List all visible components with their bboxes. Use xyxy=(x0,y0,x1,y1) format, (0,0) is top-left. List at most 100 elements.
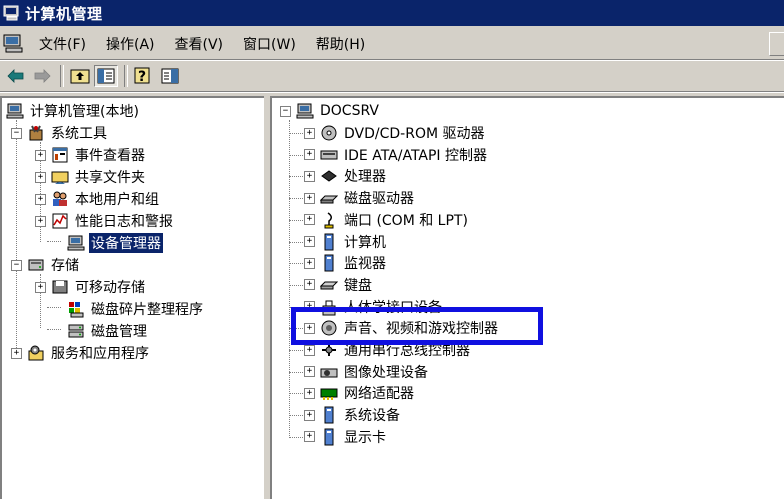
show-hide-console-tree-button[interactable] xyxy=(94,65,118,87)
tree-item-services-applications[interactable]: + 服务和应用程序 xyxy=(11,342,151,364)
tree-label: 处理器 xyxy=(344,169,386,186)
ide-controller-icon xyxy=(320,150,338,160)
properties-icon xyxy=(161,68,179,84)
properties-button[interactable] xyxy=(158,65,182,87)
expand-toggle[interactable]: + xyxy=(304,170,315,182)
menu-action[interactable]: 操作(A) xyxy=(99,32,162,56)
back-arrow-icon xyxy=(7,69,24,83)
expand-toggle[interactable]: + xyxy=(304,387,315,399)
collapse-toggle[interactable]: − xyxy=(11,259,22,271)
title-bar: 计算机管理 xyxy=(0,0,784,26)
tree-label: DOCSRV xyxy=(320,103,380,119)
tree-item-disk-management[interactable]: 磁盘管理 xyxy=(51,320,149,342)
expand-toggle[interactable]: + xyxy=(304,431,315,443)
collapse-toggle[interactable]: − xyxy=(280,105,291,117)
tree-label: 共享文件夹 xyxy=(75,170,145,186)
system-device-icon xyxy=(324,406,334,424)
device-manager-icon xyxy=(67,235,85,251)
device-category-keyboards[interactable]: + 键盘 xyxy=(304,274,374,296)
tree-label: 服务和应用程序 xyxy=(51,346,149,362)
expand-toggle[interactable]: + xyxy=(304,279,315,291)
expand-toggle[interactable]: + xyxy=(304,149,315,161)
performance-icon xyxy=(52,213,68,229)
device-category-ports[interactable]: + 端口 (COM 和 LPT) xyxy=(304,209,470,231)
back-button[interactable] xyxy=(4,65,28,87)
menu-file[interactable]: 文件(F) xyxy=(32,32,93,56)
tree-item-removable-storage[interactable]: + 可移动存储 xyxy=(35,276,147,298)
device-category-disk-drives[interactable]: + 磁盘驱动器 xyxy=(304,187,416,209)
computer-icon xyxy=(6,103,24,119)
expand-toggle[interactable]: + xyxy=(35,281,46,293)
tree-label: 计算机 xyxy=(344,234,386,251)
tree-item-system-tools[interactable]: − 系统工具 xyxy=(11,122,109,144)
expand-toggle[interactable]: + xyxy=(304,127,315,139)
device-tree-pane[interactable]: − DOCSRV + DVD/CD-ROM 驱动器 + IDE ATA/ATAPI 控… xyxy=(270,96,784,499)
tree-item-local-users[interactable]: + 本地用户和组 xyxy=(35,188,161,210)
expand-toggle[interactable]: + xyxy=(304,344,315,356)
computer-icon xyxy=(324,233,334,250)
tree-label: 端口 (COM 和 LPT) xyxy=(344,212,468,229)
device-category-computer[interactable]: + 计算机 xyxy=(304,231,388,253)
tree-item-storage[interactable]: − 存储 xyxy=(11,254,81,276)
expand-toggle[interactable]: + xyxy=(35,149,46,161)
tree-label-selected: 设备管理器 xyxy=(89,233,163,253)
expand-toggle[interactable]: + xyxy=(35,215,46,227)
imaging-device-icon xyxy=(320,368,338,378)
device-category-display-adapters[interactable]: + 显示卡 xyxy=(304,426,388,448)
show-hide-tree-icon xyxy=(97,68,115,84)
processor-icon xyxy=(321,170,337,183)
expand-toggle[interactable]: + xyxy=(304,192,315,204)
device-category-network-adapters[interactable]: + 网络适配器 xyxy=(304,382,416,404)
tree-label: 系统设备 xyxy=(344,408,400,425)
tree-label: 磁盘驱动器 xyxy=(344,191,414,208)
collapse-toggle[interactable]: − xyxy=(11,127,22,139)
removable-storage-icon xyxy=(52,280,68,294)
disk-management-icon xyxy=(68,324,84,338)
device-category-imaging-devices[interactable]: + 图像处理设备 xyxy=(304,361,430,383)
child-window-restore-button[interactable] xyxy=(769,32,784,56)
expand-toggle[interactable]: + xyxy=(304,366,315,378)
expand-toggle[interactable]: + xyxy=(11,347,22,359)
tree-item-computer-management[interactable]: 计算机管理(本地) xyxy=(6,100,141,122)
menu-window[interactable]: 窗口(W) xyxy=(236,32,303,56)
console-tree-pane[interactable]: 计算机管理(本地) − 系统工具 + 事件查看器 + 共享文件夹 + 本地用户和… xyxy=(0,96,264,499)
tree-label: 显示卡 xyxy=(344,429,386,446)
tree-item-event-viewer[interactable]: + 事件查看器 xyxy=(35,144,147,166)
expand-toggle[interactable]: + xyxy=(304,214,315,226)
device-tree-root[interactable]: − DOCSRV xyxy=(280,100,381,122)
network-adapter-icon xyxy=(320,388,338,401)
storage-icon xyxy=(28,259,44,271)
expand-toggle[interactable]: + xyxy=(35,171,46,183)
device-category-system-devices[interactable]: + 系统设备 xyxy=(304,404,402,426)
device-category-processors[interactable]: + 处理器 xyxy=(304,165,388,187)
system-tools-icon xyxy=(29,125,43,141)
menu-view[interactable]: 查看(V) xyxy=(168,32,231,56)
expand-toggle[interactable]: + xyxy=(304,257,315,269)
up-one-level-button[interactable] xyxy=(68,65,92,87)
tree-label: 系统工具 xyxy=(51,126,107,142)
svg-text:?: ? xyxy=(138,69,146,85)
toolbar-separator-line xyxy=(0,91,784,93)
device-category-monitors[interactable]: + 监视器 xyxy=(304,252,388,274)
help-button[interactable]: ? xyxy=(132,65,156,87)
computer-icon xyxy=(296,103,314,119)
window-system-menu-icon[interactable] xyxy=(2,33,26,55)
menu-bar: 文件(F) 操作(A) 查看(V) 窗口(W) 帮助(H) xyxy=(0,30,784,58)
tree-item-device-manager[interactable]: 设备管理器 xyxy=(51,232,163,254)
expand-toggle[interactable]: + xyxy=(304,236,315,247)
event-viewer-icon xyxy=(52,147,68,163)
services-icon xyxy=(28,345,44,361)
expand-toggle[interactable]: + xyxy=(304,409,315,421)
device-category-dvd-cdrom-drives[interactable]: + DVD/CD-ROM 驱动器 xyxy=(304,122,487,144)
forward-button[interactable] xyxy=(30,65,54,87)
device-category-ide-controllers[interactable]: + IDE ATA/ATAPI 控制器 xyxy=(304,144,489,166)
tree-item-disk-defragmenter[interactable]: 磁盘碎片整理程序 xyxy=(51,298,205,320)
tree-label: 监视器 xyxy=(344,256,386,273)
dvd-drive-icon xyxy=(321,125,337,141)
tree-item-shared-folders[interactable]: + 共享文件夹 xyxy=(35,166,147,188)
tree-label: 计算机管理(本地) xyxy=(30,104,139,120)
expand-toggle[interactable]: + xyxy=(35,193,46,205)
tree-label: 网络适配器 xyxy=(344,386,414,403)
menu-help[interactable]: 帮助(H) xyxy=(309,32,372,56)
tree-item-performance-logs[interactable]: + 性能日志和警报 xyxy=(35,210,175,232)
